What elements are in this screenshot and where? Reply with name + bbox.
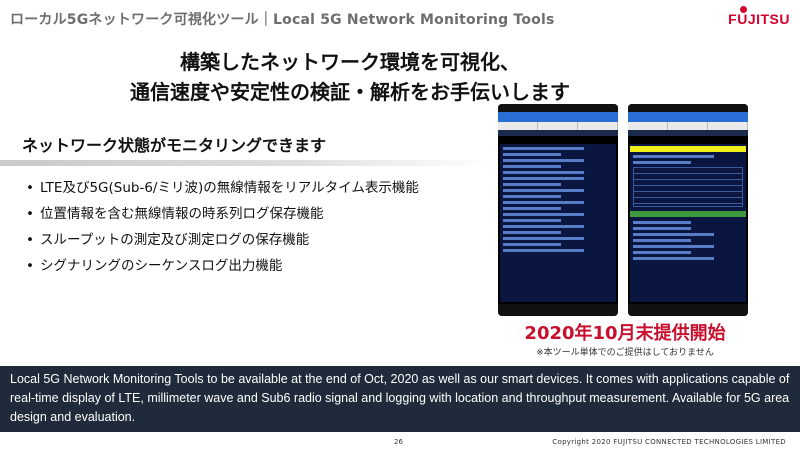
release-note: ※本ツール単体でのご提供はしておりません	[536, 348, 714, 358]
phone-tabs	[498, 122, 618, 130]
brand-name: FUJITSU	[728, 11, 790, 27]
header-bar: ローカル5Gネットワーク可視化ツール｜Local 5G Network Moni…	[0, 0, 800, 36]
feature-list: LTE及び5G(Sub-6/ミリ波)の無線情報をリアルタイム表示機能 位置情報を…	[26, 178, 419, 282]
signaling-log-view	[500, 144, 616, 302]
phone-tabs	[628, 122, 748, 130]
subhead-divider	[0, 160, 490, 166]
phone-screenshot-signaling	[498, 104, 618, 316]
phone-app-bar	[498, 112, 618, 122]
phone-status-bar	[628, 104, 748, 112]
phone-status-bar	[498, 104, 618, 112]
fujitsu-logo: FUJITSU	[728, 6, 790, 27]
feature-item: 位置情報を含む無線情報の時系列ログ保存機能	[26, 204, 419, 230]
footer-description-band: Local 5G Network Monitoring Tools to be …	[0, 366, 800, 432]
headline-line-2: 通信速度や安定性の検証・解析をお手伝いします	[130, 80, 570, 104]
phone-toolbar-row	[628, 130, 748, 136]
headline-line-1: 構築したネットワーク環境を可視化、	[180, 50, 520, 74]
phone-toolbar-row	[498, 130, 618, 136]
copyright: Copyright 2020 FUJITSU CONNECTED TECHNOL…	[552, 438, 786, 446]
release-date: 2020年10月末提供開始	[524, 323, 726, 344]
phone-app-bar	[628, 112, 748, 122]
feature-item: LTE及び5G(Sub-6/ミリ波)の無線情報をリアルタイム表示機能	[26, 178, 419, 204]
page-number: 26	[394, 438, 403, 446]
phone-screenshot-radio-info	[628, 104, 748, 316]
phone-nav-bar	[628, 304, 748, 316]
section-subhead: ネットワーク状態がモニタリングできます	[22, 136, 327, 155]
feature-item: シグナリングのシーケンスログ出力機能	[26, 256, 419, 282]
radio-info-view	[630, 144, 746, 302]
footer-description: Local 5G Network Monitoring Tools to be …	[10, 372, 790, 424]
phone-nav-bar	[498, 304, 618, 316]
feature-item: スループットの測定及び測定ログの保存機能	[26, 230, 419, 256]
slide-title: ローカル5Gネットワーク可視化ツール｜Local 5G Network Moni…	[10, 12, 555, 28]
